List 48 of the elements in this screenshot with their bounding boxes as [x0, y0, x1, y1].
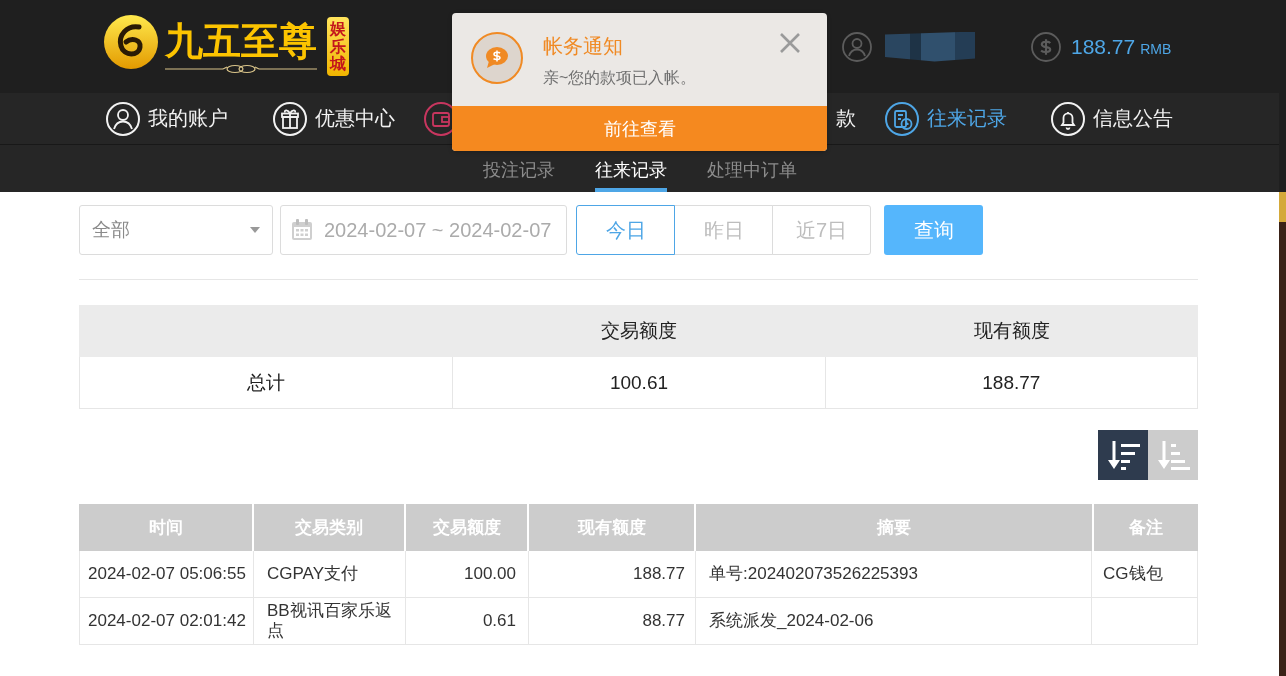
- date-range-field[interactable]: 2024-02-07 ~ 2024-02-07: [280, 205, 567, 255]
- notification-title: 帐务通知: [543, 34, 624, 59]
- close-icon: [779, 32, 801, 54]
- bell-icon: [1051, 101, 1085, 136]
- table-cell: 88.77: [528, 598, 695, 645]
- currency-label: RMB: [1140, 41, 1172, 57]
- speech-bubble-icon: [471, 32, 523, 84]
- scroll-ornament-icon: [165, 64, 317, 74]
- notification-message: 亲~您的款项已入帐。: [543, 68, 698, 88]
- table-cell: 2024-02-07 02:01:42: [80, 598, 253, 645]
- column-header: 现有额度: [972, 319, 1051, 343]
- type-select[interactable]: 全部: [79, 205, 273, 255]
- nav-link[interactable]: 优惠中心: [273, 101, 395, 136]
- dollar-icon: [1031, 31, 1061, 62]
- user-icon: [106, 101, 140, 136]
- table-cell: 188.77: [824, 357, 1197, 408]
- nav-link[interactable]: 款: [836, 105, 856, 132]
- sub-tab[interactable]: 处理中订单: [706, 152, 797, 192]
- logo-badge: 娱乐城: [327, 17, 349, 76]
- table-cell: 188.77: [528, 551, 695, 598]
- nav-link[interactable]: 信息公告: [1051, 101, 1173, 136]
- table-cell: 0.61: [405, 598, 528, 645]
- table-cell-text: 总计: [246, 370, 287, 395]
- table-cell: 100.00: [405, 551, 528, 598]
- table-cell: CGPAY支付: [253, 551, 405, 598]
- swirl-emblem-icon: [104, 14, 158, 69]
- balance-amount: 188.77: [1071, 34, 1136, 59]
- gift-icon: [273, 101, 307, 136]
- user-icon: [842, 31, 872, 62]
- table-cell: 系统派发_2024-02-06: [695, 598, 1091, 645]
- nav-link[interactable]: 往来记录: [885, 101, 1007, 136]
- calendar-icon: [291, 219, 313, 241]
- date-range-tab[interactable]: 今日: [576, 205, 675, 255]
- view-button[interactable]: 前往查看: [452, 106, 827, 151]
- sort-button[interactable]: [1098, 430, 1148, 480]
- table-cell: 100.61: [452, 357, 825, 408]
- logo-text: 九五至尊: [165, 19, 317, 63]
- caret-icon: [250, 227, 260, 233]
- clipboard-clock-icon: [885, 101, 919, 136]
- table-cell: BB视讯百家乐返点: [253, 598, 405, 645]
- table-cell: CG钱包: [1091, 551, 1197, 598]
- sort-ascending-icon: [1156, 440, 1190, 470]
- table-cell: 单号:202402073526225393: [695, 551, 1091, 598]
- sub-tab[interactable]: 投注记录: [482, 152, 555, 192]
- nav-link[interactable]: 我的账户: [106, 101, 228, 136]
- column-header: 交易额度: [599, 319, 678, 343]
- table-cell: 2024-02-07 05:06:55: [80, 551, 253, 598]
- sort-descending-icon: [1106, 440, 1140, 470]
